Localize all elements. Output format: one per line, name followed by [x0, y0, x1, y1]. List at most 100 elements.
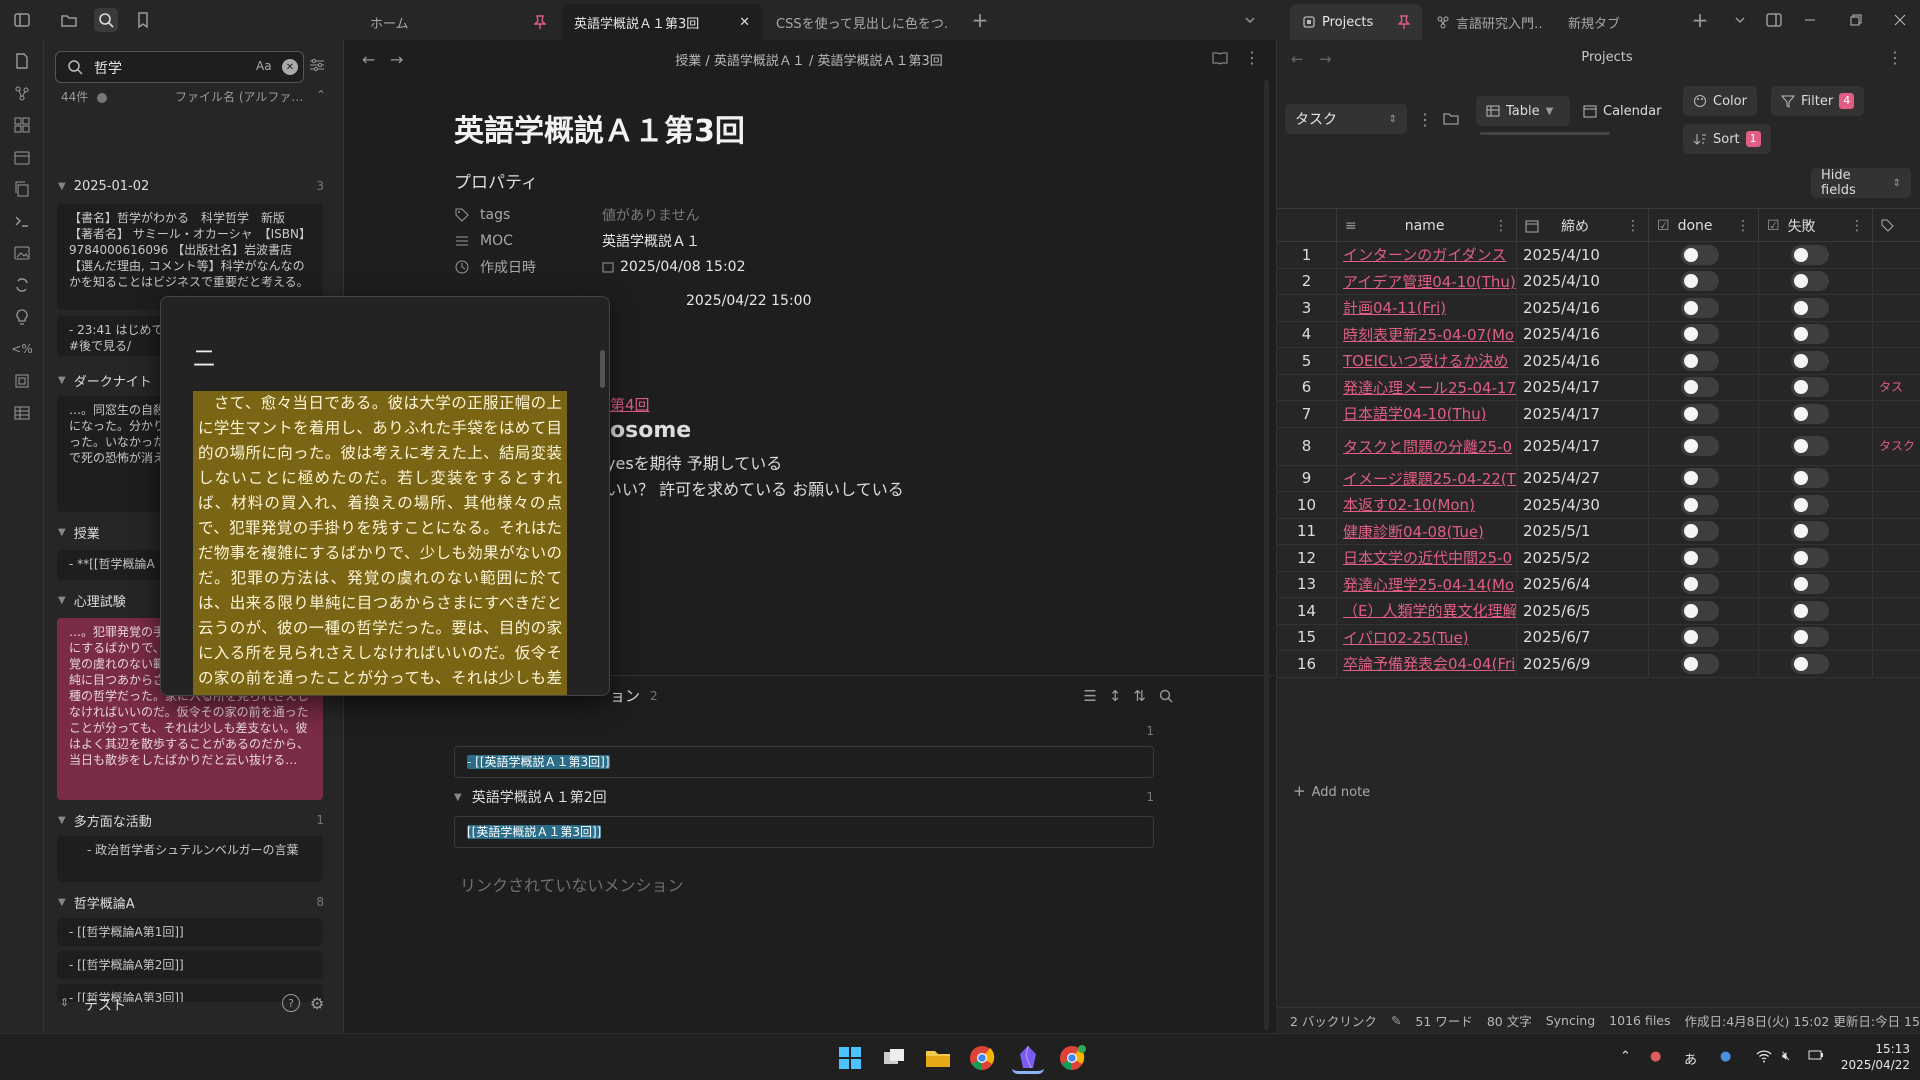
column-menu-icon[interactable]: ⋮: [1494, 218, 1508, 234]
property-value[interactable]: 2025/04/22 15:00: [686, 293, 812, 309]
clear-search-icon[interactable]: ✕: [282, 59, 298, 75]
backlink-group[interactable]: ▼ 英語学概説Ａ１第2回 1: [454, 786, 1154, 808]
column-menu-icon[interactable]: ⋮: [1626, 218, 1640, 234]
deadline-cell[interactable]: 2025/4/17: [1517, 427, 1649, 465]
done-toggle[interactable]: [1681, 494, 1719, 515]
system-clock[interactable]: 15:13 2025/04/22: [1810, 1041, 1910, 1073]
done-toggle[interactable]: [1681, 627, 1719, 648]
folder-icon[interactable]: [1443, 110, 1459, 126]
sidebar-toggle-icon[interactable]: [10, 8, 34, 32]
done-toggle[interactable]: [1681, 377, 1719, 398]
tab-current-note[interactable]: 英語学概説Ａ１第3回 ✕: [562, 4, 762, 40]
column-header-tags[interactable]: [1873, 209, 1920, 243]
done-toggle[interactable]: [1681, 653, 1719, 674]
result-group-header[interactable]: ▼ 多方面な活動 1: [58, 810, 324, 830]
failed-toggle[interactable]: [1791, 324, 1829, 345]
property-created[interactable]: 作成日時 2025/04/08 15:02: [454, 254, 994, 280]
table-row[interactable]: 12 日本文学の近代中間25-0 2025/5/2: [1277, 545, 1920, 572]
property-value[interactable]: 値がありません: [602, 205, 700, 225]
column-header-deadline[interactable]: 締め ⋮: [1517, 209, 1649, 243]
task-name-link[interactable]: 卒論予備発表会04-04(Fri: [1337, 651, 1517, 677]
deadline-cell[interactable]: 2025/6/7: [1517, 624, 1649, 650]
tray-app-icon[interactable]: ●: [1650, 1049, 1661, 1064]
chevron-down-icon[interactable]: [1238, 8, 1262, 32]
minimize-icon[interactable]: [1798, 8, 1822, 32]
image-icon[interactable]: [11, 242, 33, 264]
result-group-header[interactable]: ▼ 哲学概論A 8: [58, 892, 324, 912]
backlink-card[interactable]: - [[英語学概説Ａ１第3回]]: [454, 746, 1154, 778]
more-options-icon[interactable]: ⋮: [1887, 48, 1903, 67]
failed-toggle[interactable]: [1791, 436, 1829, 456]
failed-toggle[interactable]: [1791, 547, 1829, 568]
done-toggle[interactable]: [1681, 468, 1719, 489]
done-toggle[interactable]: [1681, 547, 1719, 568]
table-row[interactable]: 4 時刻表更新25-04-07(Mo 2025/4/16: [1277, 321, 1920, 348]
search-result-snippet[interactable]: 【書名】哲学がわかる 科学哲学 新版 【著者名】 サミール・オカーシャ 【ISB…: [57, 204, 323, 310]
tray-chevron-up-icon[interactable]: ⌃: [1620, 1049, 1631, 1064]
sync-icon[interactable]: [11, 274, 33, 296]
speaker-muted-icon[interactable]: 🔇︎: [1782, 1049, 1790, 1064]
failed-toggle[interactable]: [1791, 244, 1829, 265]
tag-cell[interactable]: [1873, 269, 1920, 295]
close-window-icon[interactable]: [1888, 8, 1912, 32]
tab-language-research[interactable]: 言語研究入門…: [1424, 4, 1554, 40]
list-view-icon[interactable]: ☰: [1083, 687, 1096, 705]
deadline-cell[interactable]: 2025/4/17: [1517, 401, 1649, 427]
column-header-failed[interactable]: ☑ 失敗 ⋮: [1759, 209, 1873, 243]
right-sidebar-toggle-icon[interactable]: [1762, 8, 1786, 32]
tag-cell[interactable]: タス: [1873, 375, 1920, 401]
search-result-snippet[interactable]: - 政治哲学者シュテルンベルガーの言葉: [57, 836, 323, 882]
task-name-link[interactable]: タスクと問題の分離25-0: [1337, 427, 1517, 465]
table-row[interactable]: 2 アイデア管理04-10(Thu) 2025/4/10: [1277, 268, 1920, 295]
search-settings-icon[interactable]: [308, 56, 326, 74]
close-icon[interactable]: ✕: [739, 15, 750, 30]
editor-scrollbar[interactable]: [1264, 80, 1269, 1030]
done-toggle[interactable]: [1681, 521, 1719, 542]
task-name-link[interactable]: 発達心理メール25-04-17: [1337, 374, 1517, 400]
table-row[interactable]: 1 インターンのガイダンス 2025/4/10: [1277, 242, 1920, 269]
chrome-icon[interactable]: [966, 1042, 998, 1074]
terminal-icon[interactable]: [11, 210, 33, 232]
tag-cell[interactable]: [1873, 242, 1920, 268]
failed-toggle[interactable]: [1791, 271, 1829, 292]
table-view-button[interactable]: Table ▼: [1476, 96, 1570, 126]
failed-toggle[interactable]: [1791, 653, 1829, 674]
property-tags[interactable]: tags 値がありません: [454, 202, 994, 228]
tag-cell[interactable]: [1873, 625, 1920, 651]
table-row[interactable]: 7 日本語学04-10(Thu) 2025/4/17: [1277, 401, 1920, 428]
failed-toggle[interactable]: [1791, 494, 1829, 515]
calendar-icon[interactable]: [11, 146, 33, 168]
deadline-cell[interactable]: 2025/6/5: [1517, 598, 1649, 624]
reading-view-icon[interactable]: [1212, 50, 1228, 66]
deadline-cell[interactable]: 2025/5/2: [1517, 545, 1649, 571]
deadline-cell[interactable]: 2025/4/30: [1517, 492, 1649, 518]
tab-home[interactable]: ホーム: [358, 4, 558, 40]
search-input[interactable]: [94, 58, 234, 78]
vault-switch-icon[interactable]: ⇕: [60, 996, 69, 1009]
color-button[interactable]: Color: [1683, 86, 1757, 116]
search-box[interactable]: Aa ✕: [55, 51, 304, 83]
task-name-link[interactable]: 日本文学の近代中間25-0: [1337, 545, 1517, 571]
tag-cell[interactable]: [1873, 598, 1920, 624]
failed-toggle[interactable]: [1791, 600, 1829, 621]
task-name-link[interactable]: イメージ課題25-04-22(T: [1337, 465, 1517, 491]
task-name-link[interactable]: インターンのガイダンス: [1337, 242, 1517, 268]
done-toggle[interactable]: [1681, 324, 1719, 345]
done-toggle[interactable]: [1681, 350, 1719, 371]
failed-toggle[interactable]: [1791, 627, 1829, 648]
expand-icon[interactable]: ↕: [1109, 687, 1122, 705]
failed-toggle[interactable]: [1791, 350, 1829, 371]
failed-toggle[interactable]: [1791, 377, 1829, 398]
deadline-cell[interactable]: 2025/4/16: [1517, 295, 1649, 321]
done-toggle[interactable]: [1681, 574, 1719, 595]
task-name-link[interactable]: 本返す02-10(Mon): [1337, 492, 1517, 518]
status-backlinks[interactable]: 2 バックリンク: [1290, 1011, 1377, 1030]
edit-icon[interactable]: ✎: [1391, 1013, 1401, 1028]
popover-scrollbar[interactable]: [600, 350, 605, 388]
wifi-icon[interactable]: [1756, 1049, 1772, 1063]
tab-css-note[interactable]: CSSを使って見出しに色をつ…: [764, 4, 960, 40]
sort-icon[interactable]: ⇅: [1133, 687, 1146, 705]
vault-name[interactable]: テスト: [84, 995, 126, 1015]
tag-cell[interactable]: [1873, 572, 1920, 598]
deadline-cell[interactable]: 2025/6/9: [1517, 651, 1649, 677]
